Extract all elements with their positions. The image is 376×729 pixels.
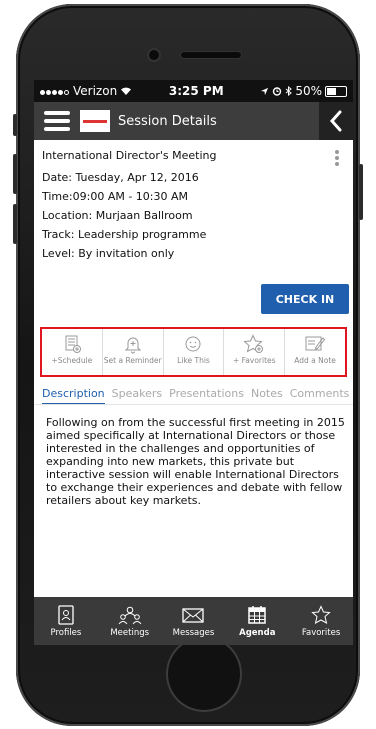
front-camera (149, 50, 159, 60)
calendar-icon (248, 605, 267, 624)
menu-icon[interactable] (44, 111, 70, 131)
tab-presentations[interactable]: Presentations (169, 383, 244, 404)
add-note-button[interactable]: Add a Note (285, 329, 345, 375)
alarm-icon (273, 87, 282, 96)
tab-profiles[interactable]: Profiles (34, 597, 98, 645)
detail-tabs: Description Speakers Presentations Notes… (34, 383, 353, 405)
volume-down-button (13, 204, 17, 244)
tab-favorites[interactable]: Favorites (289, 597, 353, 645)
tab-label-favorites: Favorites (301, 627, 341, 638)
star-icon (243, 334, 264, 353)
battery-icon (325, 85, 347, 97)
schedule-icon (65, 335, 81, 353)
tab-speakers[interactable]: Speakers (112, 383, 162, 404)
action-label-schedule: +Schedule (51, 356, 93, 365)
tab-notes[interactable]: Notes (251, 383, 283, 404)
app-screen: Verizon 3:25 PM 50% Session Details Inte… (34, 80, 353, 645)
profile-card-icon (58, 604, 74, 625)
session-description: Following on from the successful first m… (46, 416, 345, 507)
tab-label-profiles: Profiles (50, 627, 82, 638)
session-level: Level: By invitation only (42, 247, 175, 260)
session-title: International Director's Meeting (42, 149, 217, 162)
tab-agenda[interactable]: Agenda (225, 597, 289, 645)
envelope-icon (182, 607, 205, 623)
power-button (359, 164, 363, 220)
brand-logo (80, 110, 110, 132)
status-time: 3:25 PM (168, 84, 224, 98)
chevron-left-icon (329, 110, 342, 132)
tab-label-meetings: Meetings (110, 627, 150, 638)
meetings-icon (118, 606, 142, 624)
action-label-like: Like This (177, 356, 210, 365)
more-options-icon[interactable] (335, 150, 339, 166)
location-arrow-icon (261, 87, 269, 95)
silent-switch (13, 114, 17, 136)
add-to-schedule-button[interactable]: +Schedule (42, 329, 103, 375)
tab-label-agenda: Agenda (239, 627, 276, 638)
action-label-note: Add a Note (294, 356, 336, 365)
back-button[interactable] (319, 102, 353, 140)
session-time: Time:09:00 AM - 10:30 AM (42, 190, 189, 203)
star-icon (311, 604, 331, 624)
action-label-favorites: + Favorites (233, 356, 276, 365)
action-toolbar: +Schedule Set a Reminder Like This + Fav… (40, 327, 347, 377)
battery-percent: 50% (295, 84, 322, 98)
volume-up-button (13, 154, 17, 194)
bluetooth-icon (286, 86, 293, 96)
tab-messages[interactable]: Messages (162, 597, 226, 645)
navigation-bar: Session Details (34, 102, 353, 140)
tab-meetings[interactable]: Meetings (98, 597, 162, 645)
carrier-label: Verizon (73, 84, 118, 98)
action-label-reminder: Set a Reminder (103, 356, 162, 365)
session-date: Date: Tuesday, Apr 12, 2016 (42, 171, 199, 184)
smiley-icon (185, 336, 201, 352)
earpiece-speaker (181, 52, 241, 58)
tab-description[interactable]: Description (42, 383, 105, 404)
tab-label-messages: Messages (172, 627, 215, 638)
home-button[interactable] (166, 636, 242, 712)
status-bar: Verizon 3:25 PM 50% (34, 80, 353, 102)
session-location: Location: Murjaan Ballroom (42, 209, 193, 222)
add-favorite-button[interactable]: + Favorites (224, 329, 286, 375)
bottom-tab-bar: Profiles Meetings Messages Agenda Favori… (34, 597, 353, 645)
check-in-button[interactable]: CHECK IN (261, 284, 349, 314)
set-reminder-button[interactable]: Set a Reminder (103, 329, 164, 375)
like-button[interactable]: Like This (164, 329, 225, 375)
session-track: Track: Leadership programme (42, 228, 207, 241)
session-details: International Director's Meeting Date: T… (34, 140, 353, 263)
signal-icon (40, 84, 70, 98)
wifi-icon (121, 87, 132, 95)
note-icon (305, 336, 326, 351)
bell-icon (124, 337, 141, 354)
page-title: Session Details (118, 113, 217, 129)
tab-comments[interactable]: Comments (290, 383, 350, 404)
